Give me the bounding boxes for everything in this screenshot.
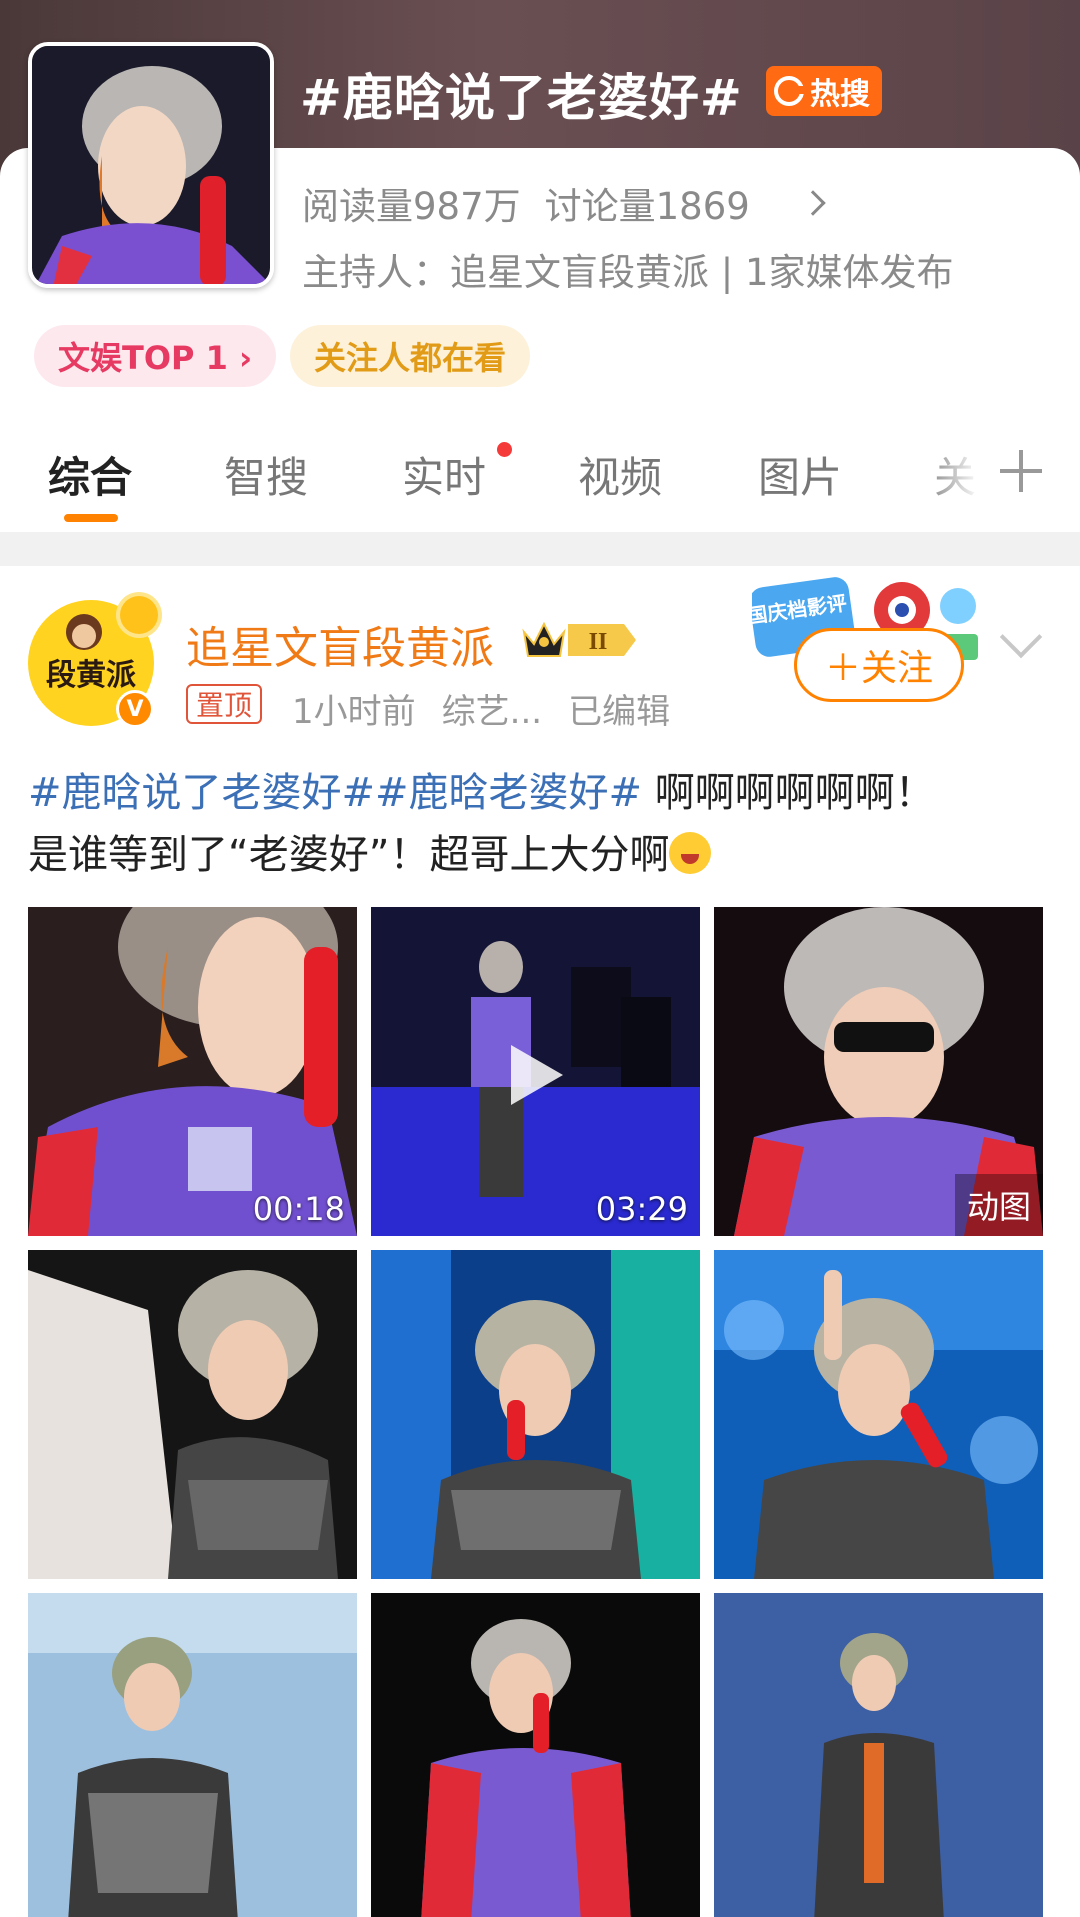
tab-comprehensive[interactable]: 综合 [48, 444, 132, 505]
section-divider [0, 532, 1080, 566]
read-count: 阅读量987万 [302, 185, 521, 228]
media-thumbnail[interactable] [371, 1593, 700, 1917]
hot-badge-label: 热搜 [810, 77, 870, 112]
new-dot-indicator [497, 442, 512, 457]
discussion-count: 讨论量1869 [544, 185, 750, 228]
hot-search-badge[interactable]: 热搜 [766, 66, 882, 116]
tab-bar: 综合 智搜 实时 视频 图片 关 [0, 420, 1080, 532]
level-badge-text: II [589, 629, 608, 655]
media-thumbnail[interactable]: 动图 [714, 907, 1043, 1236]
topic-host-info[interactable]: 主持人：追星文盲段黄派 | 1家媒体发布 [302, 242, 954, 296]
pinned-label: 置顶 [186, 684, 263, 724]
media-thumbnail[interactable]: 00:18 [28, 907, 357, 1236]
hashtag-link[interactable]: #鹿晗说了老婆好# [28, 770, 375, 816]
post-source[interactable]: 综艺... [442, 684, 542, 733]
hashtag-link[interactable]: #鹿晗老婆好# [375, 770, 642, 816]
sun-icon [120, 596, 158, 634]
verified-icon: V [116, 690, 154, 728]
crying-laughing-emoji-icon [669, 832, 712, 874]
add-tab-icon[interactable] [1000, 450, 1042, 492]
chevron-right-icon [800, 190, 826, 216]
topic-title: #鹿晗说了老婆好# [300, 69, 743, 127]
gif-badge: 动图 [954, 1174, 1043, 1236]
author-name[interactable]: 追星文盲段黄派 [186, 612, 494, 676]
media-thumbnail[interactable] [28, 1593, 357, 1917]
video-duration: 00:18 [252, 1190, 345, 1228]
media-thumbnail[interactable]: 03:29 [371, 907, 700, 1236]
edited-label: 已编辑 [568, 692, 671, 732]
post-time: 1小时前 [292, 692, 416, 732]
media-thumbnail[interactable] [371, 1250, 700, 1579]
tab-images[interactable]: 图片 [758, 444, 842, 505]
tab-video[interactable]: 视频 [578, 444, 662, 505]
topic-cover-image[interactable] [28, 42, 274, 288]
hot-search-icon [774, 76, 806, 106]
follow-button[interactable]: ＋关注 [794, 628, 964, 702]
topic-stats[interactable]: 阅读量987万 讨论量1869 [302, 176, 826, 230]
media-grid: 00:18 03:29 动图 [28, 907, 1045, 1917]
post-text-line1: 啊啊啊啊啊啊！ [642, 770, 935, 816]
media-thumbnail[interactable] [714, 1250, 1043, 1579]
tab-fade [920, 430, 980, 510]
media-thumbnail[interactable] [714, 1593, 1043, 1917]
post-text: #鹿晗说了老婆好##鹿晗老婆好# 啊啊啊啊啊啊！ 是谁等到了“老婆好”！超哥上大… [28, 762, 1058, 886]
rank-tag[interactable]: 文娱TOP 1 › [34, 325, 277, 387]
chevron-down-icon[interactable] [999, 615, 1043, 659]
active-tab-indicator [64, 514, 118, 522]
post-meta: 1小时前 综艺... 已编辑 [292, 684, 670, 733]
tab-realtime[interactable]: 实时 [402, 444, 486, 505]
avatar-text: 段黄派 [46, 658, 136, 693]
play-icon[interactable] [511, 1045, 563, 1105]
video-duration: 03:29 [595, 1190, 688, 1228]
tab-smart-search[interactable]: 智搜 [224, 444, 308, 505]
following-watching-tag[interactable]: 关注人都在看 [290, 325, 531, 387]
media-thumbnail[interactable] [28, 1250, 357, 1579]
post-text-line2: 是谁等到了“老婆好”！超哥上大分啊 [28, 832, 670, 878]
crown-level-badge[interactable]: II [520, 616, 638, 664]
